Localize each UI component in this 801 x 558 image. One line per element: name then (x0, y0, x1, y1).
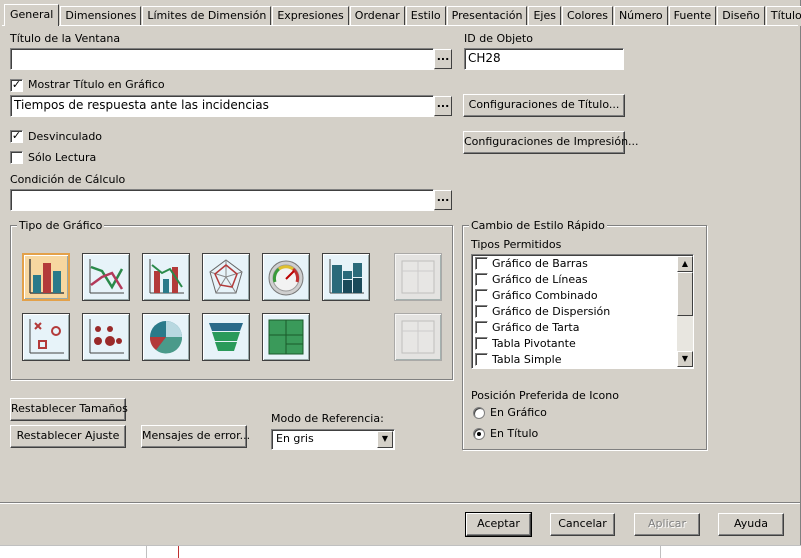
tab-5[interactable]: Estilo (405, 6, 446, 26)
reset-sizes-button[interactable]: Restablecer Tamaños (10, 398, 128, 421)
line-chart-icon[interactable] (82, 253, 130, 301)
error-messages-button[interactable]: Mensajes de error... (141, 425, 250, 448)
icon-position-chart-radio[interactable] (473, 407, 485, 419)
tab-3[interactable]: Expresiones (272, 6, 349, 26)
window-title-input[interactable] (10, 48, 434, 70)
chart-type-group-title: Tipo de Gráfico (17, 219, 105, 232)
tab-9[interactable]: Número (613, 6, 668, 26)
detached-checkbox[interactable]: ✓ (10, 130, 23, 143)
chart-title-edit-button[interactable]: ... (434, 96, 452, 116)
allowed-type-label: Gráfico Combinado (492, 289, 598, 302)
help-button[interactable]: Ayuda (718, 513, 784, 536)
allowed-type-checkbox[interactable] (475, 337, 488, 350)
reference-mode-label: Modo de Referencia: (271, 412, 384, 425)
bar-chart-icon[interactable] (22, 253, 70, 301)
tab-4[interactable]: Ordenar (349, 6, 405, 26)
cancel-button[interactable]: Cancelar (550, 513, 615, 536)
funnel-chart-icon[interactable] (202, 313, 250, 361)
show-title-label: Mostrar Título en Gráfico (28, 78, 165, 91)
scroll-thumb[interactable] (677, 272, 693, 316)
ok-button[interactable]: Aceptar (465, 512, 532, 537)
tab-1[interactable]: Dimensiones (60, 6, 142, 26)
scatter-chart-icon[interactable] (22, 313, 70, 361)
allowed-type-label: Tabla Pivotante (492, 337, 576, 350)
tab-6[interactable]: Presentación (446, 6, 528, 26)
icon-position-chart-label: En Gráfico (490, 406, 547, 419)
tab-panel-edge (2, 25, 798, 26)
mekko-chart-icon[interactable] (322, 253, 370, 301)
grid-chart-icon[interactable] (82, 313, 130, 361)
pie-chart-icon[interactable] (142, 313, 190, 361)
allowed-types-scrollbar[interactable]: ▲ ▼ (677, 256, 693, 367)
allowed-types-label: Tipos Permitidos (471, 238, 562, 251)
tab-bar: General Dimensiones Límites de Dimensión Ex… (4, 4, 801, 26)
icon-position-title-radio[interactable] (473, 428, 485, 440)
allowed-type-label: Gráfico de Dispersión (492, 305, 611, 318)
object-id-label: ID de Objeto (464, 32, 533, 45)
reference-mode-select[interactable]: En gris ▼ (271, 429, 395, 450)
reference-mode-value: En gris (276, 432, 314, 445)
print-settings-button[interactable]: Configuraciones de Impresión... (463, 131, 639, 154)
combo-chart-icon[interactable] (142, 253, 190, 301)
allowed-type-checkbox[interactable] (475, 289, 488, 302)
allowed-types-list[interactable]: ▲ ▼ Gráfico de Barras Gráfico de Líneas Gr… (471, 254, 694, 369)
tab-8[interactable]: Colores (561, 6, 613, 26)
calc-condition-input[interactable] (10, 189, 434, 211)
detached-label: Desvinculado (28, 130, 103, 143)
scroll-up-icon[interactable]: ▲ (677, 256, 693, 272)
readonly-label: Sólo Lectura (28, 151, 97, 164)
tab-2[interactable]: Límites de Dimensión (142, 6, 272, 26)
scroll-down-icon[interactable]: ▼ (677, 351, 693, 367)
allowed-type-checkbox[interactable] (475, 257, 488, 270)
allowed-type-label: Gráfico de Barras (492, 257, 588, 270)
allowed-type-checkbox[interactable] (475, 321, 488, 334)
icon-position-label: Posición Preferida de Icono (471, 389, 619, 402)
bg-divider (146, 546, 147, 558)
object-id-input[interactable]: CH28 (464, 48, 624, 70)
show-title-checkbox[interactable]: ✓ (10, 79, 23, 92)
chevron-down-icon[interactable]: ▼ (377, 431, 393, 448)
tab-7[interactable]: Ejes (528, 6, 561, 26)
icon-position-title-label: En Título (490, 427, 539, 440)
bg-divider (660, 546, 661, 558)
allowed-type-checkbox[interactable] (475, 273, 488, 286)
allowed-type-label: Gráfico de Tarta (492, 321, 580, 334)
footer-separator-highlight (0, 503, 800, 504)
tab-0[interactable]: General (4, 4, 60, 26)
radar-chart-icon[interactable] (202, 253, 250, 301)
background-window-strip (0, 545, 801, 558)
chart-title-input[interactable]: Tiempos de respuesta ante las incidencia… (10, 95, 434, 117)
bg-red-line (178, 546, 179, 558)
reset-fit-button[interactable]: Restablecer Ajuste (10, 425, 126, 448)
calc-condition-edit-button[interactable]: ... (434, 190, 452, 210)
tab-12[interactable]: Título (765, 6, 801, 26)
window-title-edit-button[interactable]: ... (434, 49, 452, 69)
disabled-chart-slot-icon (394, 253, 442, 301)
allowed-type-label: Tabla Simple (492, 353, 562, 366)
tab-11[interactable]: Diseño (717, 6, 765, 26)
chart-properties-dialog: General Dimensiones Límites de Dimensión Ex… (0, 0, 801, 545)
readonly-checkbox[interactable] (10, 151, 23, 164)
window-title-label: Título de la Ventana (10, 32, 121, 45)
gauge-chart-icon[interactable] (262, 253, 310, 301)
disabled-chart-slot-icon (394, 313, 442, 361)
tab-10[interactable]: Fuente (668, 6, 717, 26)
quick-style-group-title: Cambio de Estilo Rápido (469, 219, 607, 232)
allowed-type-checkbox[interactable] (475, 305, 488, 318)
calc-condition-label: Condición de Cálculo (10, 173, 126, 186)
block-chart-icon[interactable] (262, 313, 310, 361)
allowed-type-label: Gráfico de Líneas (492, 273, 588, 286)
title-settings-button[interactable]: Configuraciones de Título... (463, 94, 625, 117)
apply-button[interactable]: Aplicar (634, 513, 700, 536)
allowed-type-checkbox[interactable] (475, 353, 488, 366)
